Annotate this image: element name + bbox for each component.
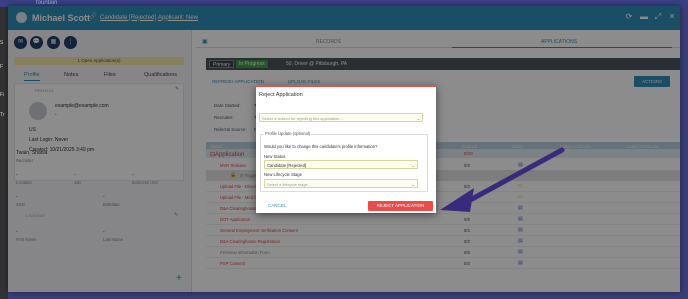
sidebar-label[interactable]: Fi — [0, 92, 4, 98]
reject-application-modal: Reject Application Select a reason for r… — [256, 85, 436, 213]
reject-reason-select[interactable]: Select a reason for rejecting this appli… — [259, 113, 423, 122]
reject-reason-placeholder: Select a reason for rejecting this appli… — [262, 116, 343, 121]
sidebar-label[interactable]: S — [0, 40, 3, 46]
lifecycle-stage-placeholder: Select a lifecycle stage... — [267, 182, 312, 187]
sidebar-label[interactable]: Tr — [0, 112, 5, 118]
cancel-button[interactable]: CANCEL — [268, 203, 286, 208]
new-status-select[interactable]: Candidate [Rejected] ⌄ — [264, 160, 418, 169]
chevron-down-icon: ⌄ — [416, 115, 420, 121]
chevron-down-icon: ⌄ — [411, 181, 415, 187]
profile-update-legend: Profile Update (optional) — [264, 131, 312, 136]
sidebar-label[interactable]: F — [0, 64, 3, 70]
modal-title: Reject Application — [259, 92, 303, 98]
lifecycle-stage-label: New Lifecycle Stage — [264, 172, 302, 177]
new-status-value: Candidate [Rejected] — [267, 163, 307, 168]
reject-application-button[interactable]: REJECT APPLICATION — [368, 201, 433, 211]
chevron-down-icon: ⌄ — [411, 162, 415, 168]
reject-application-label: REJECT APPLICATION — [376, 203, 425, 208]
profile-update-question: Would you like to change this candidate'… — [264, 144, 378, 149]
lifecycle-stage-select[interactable]: Select a lifecycle stage... ⌄ — [264, 179, 418, 188]
new-status-label: New Status — [264, 154, 286, 159]
background-sidebar: S F Fi Tr — [0, 7, 8, 299]
